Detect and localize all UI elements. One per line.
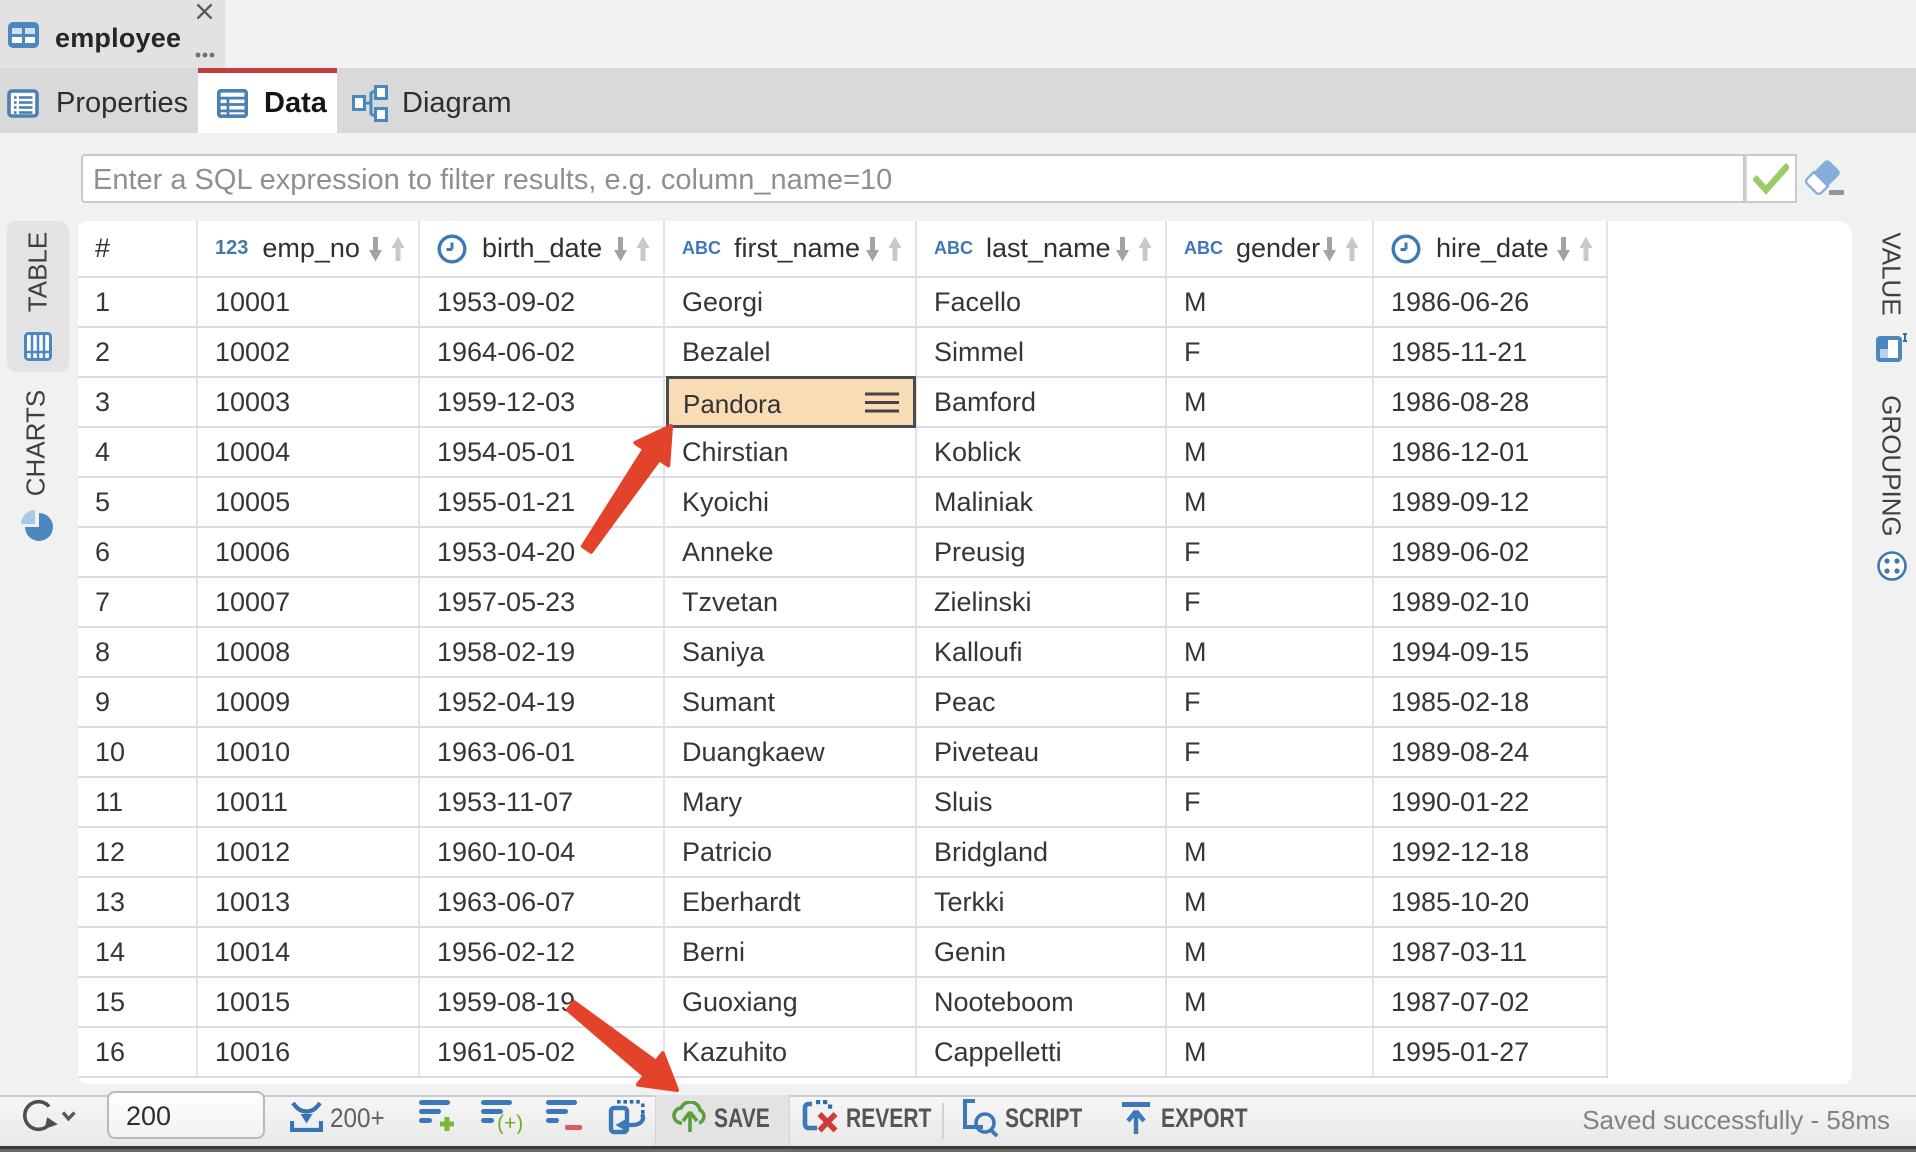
svg-text:(+): (+) bbox=[497, 1112, 523, 1134]
